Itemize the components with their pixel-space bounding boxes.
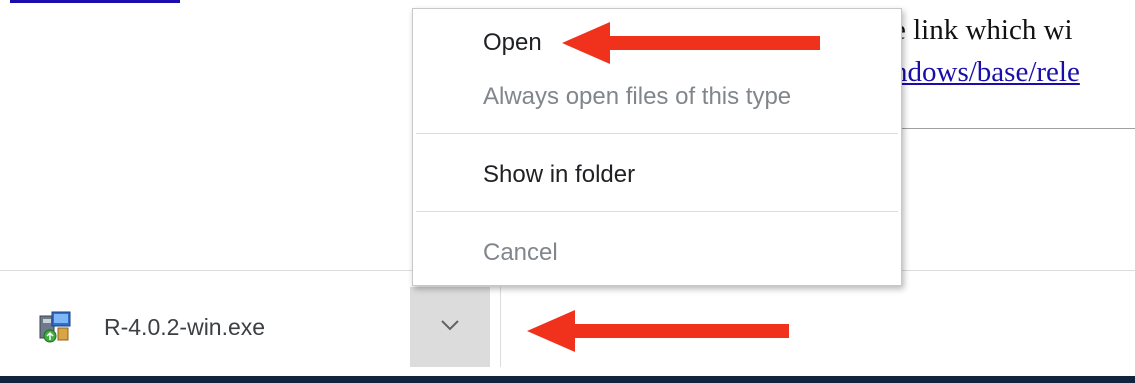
menu-item-cancel[interactable]: Cancel [483, 239, 558, 267]
menu-item-open[interactable]: Open [483, 29, 542, 57]
installer-icon[interactable] [36, 306, 74, 344]
download-menu-button[interactable] [410, 287, 490, 367]
page-download-link[interactable]: ndows/base/rele [893, 56, 1080, 89]
chevron-down-icon [440, 318, 460, 336]
menu-item-show-in-folder[interactable]: Show in folder [483, 161, 635, 189]
menu-item-always-open[interactable]: Always open files of this type [483, 83, 791, 111]
menu-separator [416, 211, 898, 212]
page-horizontal-rule [893, 128, 1135, 129]
page-text-fragment: e link which wi [893, 14, 1073, 46]
annotation-arrow-icon [527, 310, 789, 352]
shelf-divider [500, 287, 501, 367]
menu-separator [416, 133, 898, 134]
page-link-underline[interactable] [10, 0, 180, 3]
annotation-arrow-icon [562, 22, 820, 64]
taskbar-strip [0, 376, 1135, 383]
download-filename[interactable]: R-4.0.2-win.exe [104, 314, 265, 341]
